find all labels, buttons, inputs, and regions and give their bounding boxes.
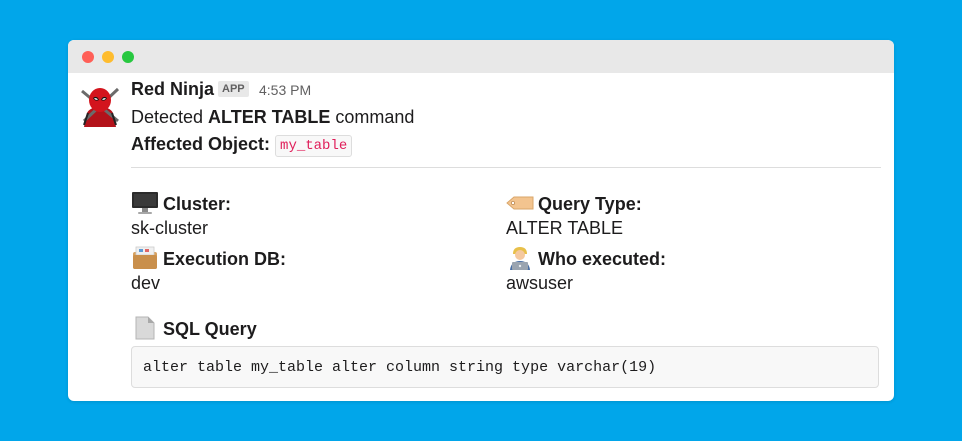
message-detected-line: Detected ALTER TABLE command (131, 105, 414, 129)
who-executed-value: awsuser (506, 273, 574, 293)
query-type-title: Query Type: (506, 191, 642, 216)
sender-name[interactable]: Red Ninja (131, 77, 214, 101)
query-type-value: ALTER TABLE (506, 218, 624, 238)
execution-db-field: Execution DB: dev (131, 246, 286, 295)
close-window-button[interactable] (82, 51, 94, 63)
detected-prefix: Detected (131, 107, 209, 127)
sql-query-title: SQL Query (131, 316, 257, 341)
affected-object-label: Affected Object (131, 134, 265, 154)
technologist-icon (510, 247, 530, 270)
affected-object-line: Affected Object: my_table (131, 132, 353, 157)
divider (131, 167, 881, 168)
affected-object-colon: : (264, 134, 271, 154)
maximize-window-button[interactable] (122, 51, 134, 63)
cluster-value: sk-cluster (131, 218, 209, 238)
computer-icon (132, 192, 158, 214)
cluster-title: Cluster: (131, 191, 231, 216)
app-badge: APP (218, 81, 249, 97)
slack-window: Red Ninja APP 4:53 PM Detected ALTER TAB… (68, 40, 894, 401)
execution-db-value: dev (131, 273, 161, 293)
detected-suffix: command (330, 107, 415, 127)
who-executed-title-text: Who executed: (538, 249, 667, 269)
affected-object-code: my_table (275, 135, 353, 157)
minimize-window-button[interactable] (102, 51, 114, 63)
who-executed-field: Who executed: awsuser (506, 246, 666, 295)
query-type-field: Query Type: ALTER TABLE (506, 191, 642, 240)
execution-db-title-text: Execution DB: (163, 249, 287, 269)
title-bar (68, 40, 894, 73)
sql-query-title-text: SQL Query (163, 319, 257, 339)
page-icon (135, 316, 155, 340)
query-type-title-text: Query Type: (538, 194, 642, 214)
who-executed-title: Who executed: (506, 246, 666, 271)
message-timestamp[interactable]: 4:53 PM (259, 81, 311, 99)
file-cabinet-icon (133, 246, 157, 269)
cluster-field: Cluster: sk-cluster (131, 191, 231, 240)
execution-db-title: Execution DB: (131, 246, 286, 271)
avatar[interactable] (78, 83, 122, 127)
tag-icon (506, 196, 534, 210)
cluster-title-text: Cluster: (163, 194, 232, 214)
sql-code-block[interactable]: alter table my_table alter column string… (131, 346, 879, 388)
command-name: ALTER TABLE (208, 107, 331, 127)
